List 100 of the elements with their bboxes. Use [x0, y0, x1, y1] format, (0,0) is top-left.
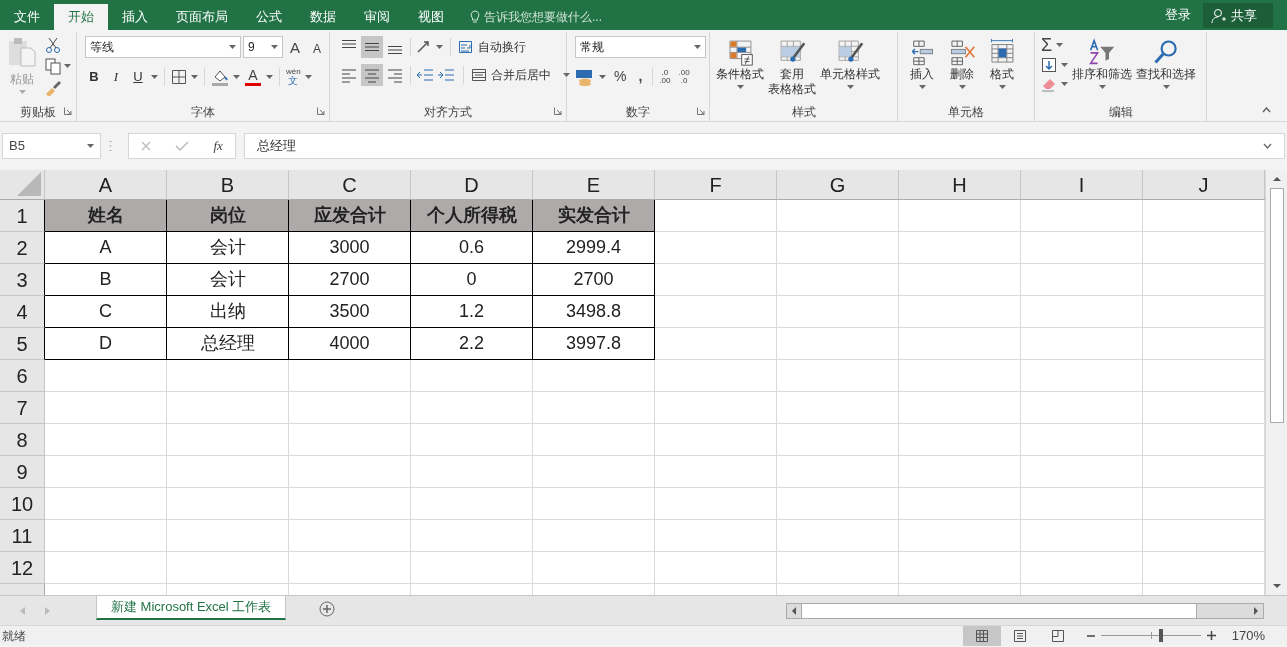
column-header[interactable]: H	[899, 170, 1021, 199]
bold-button[interactable]: B	[85, 67, 103, 87]
ribbon-tab[interactable]: 公式	[242, 4, 296, 30]
empty-cell[interactable]	[533, 552, 655, 584]
empty-cell[interactable]	[777, 552, 899, 584]
autosum-button[interactable]: Σ	[1041, 36, 1053, 54]
empty-cell[interactable]	[655, 456, 777, 488]
empty-cell[interactable]	[1021, 360, 1143, 392]
sign-in-link[interactable]: 登录	[1153, 0, 1203, 30]
column-header[interactable]: D	[411, 170, 533, 199]
zoom-slider-track[interactable]	[1100, 629, 1201, 642]
empty-cell[interactable]	[411, 552, 533, 584]
zoom-in-icon[interactable]	[1206, 631, 1216, 640]
empty-cell[interactable]	[655, 488, 777, 520]
empty-cell[interactable]	[655, 552, 777, 584]
decrease-decimal-button[interactable]: .00 .0	[678, 68, 690, 85]
zoom-level[interactable]: 170%	[1231, 625, 1265, 646]
underline-button[interactable]: U	[129, 67, 147, 87]
empty-cell[interactable]	[289, 424, 411, 456]
empty-cell[interactable]	[899, 456, 1021, 488]
empty-cell[interactable]	[777, 520, 899, 552]
ribbon-button[interactable]: 排序和筛选	[1070, 36, 1134, 103]
empty-cell[interactable]	[533, 520, 655, 552]
empty-cell[interactable]	[411, 360, 533, 392]
row-header[interactable]: 6	[0, 360, 45, 392]
empty-cell[interactable]	[777, 488, 899, 520]
row-header[interactable]: 5	[0, 328, 45, 360]
empty-cell[interactable]	[1021, 232, 1143, 264]
vertical-align-button[interactable]	[361, 36, 383, 58]
scissors-icon[interactable]	[44, 36, 62, 54]
ribbon-button[interactable]: 插入	[906, 36, 938, 89]
ribbon-tab[interactable]: 审阅	[350, 4, 404, 30]
column-header[interactable]: C	[289, 170, 411, 199]
empty-cell[interactable]	[1021, 200, 1143, 232]
italic-button[interactable]: I	[107, 67, 125, 87]
row-header[interactable]: 1	[0, 200, 45, 232]
ribbon-tab[interactable]: 视图	[404, 4, 458, 30]
empty-cell[interactable]	[655, 520, 777, 552]
empty-cell[interactable]	[899, 360, 1021, 392]
sheet-tab[interactable]: 新建 Microsoft Excel 工作表	[96, 596, 287, 620]
empty-cell[interactable]	[533, 424, 655, 456]
ribbon-tab[interactable]: 插入	[108, 4, 162, 30]
row-header[interactable]: 3	[0, 264, 45, 296]
empty-cell[interactable]	[167, 392, 289, 424]
merge-center-button[interactable]: 合并后居中	[471, 66, 570, 84]
column-header[interactable]: B	[167, 170, 289, 199]
empty-cell[interactable]	[1021, 456, 1143, 488]
checkmark-icon[interactable]	[175, 141, 190, 151]
ribbon-button[interactable]: 套用 表格格式	[766, 36, 818, 103]
empty-cell[interactable]	[777, 328, 899, 360]
empty-cell[interactable]	[777, 264, 899, 296]
empty-cell[interactable]	[899, 264, 1021, 296]
shrink-font-button[interactable]: A	[307, 39, 327, 55]
empty-cell[interactable]	[777, 232, 899, 264]
empty-cell[interactable]	[167, 456, 289, 488]
phonetic-button[interactable]: wén 文	[286, 67, 301, 86]
empty-cell[interactable]	[289, 360, 411, 392]
row-header[interactable]: 12	[0, 552, 45, 584]
row-header[interactable]	[0, 584, 45, 595]
horizontal-align-button[interactable]	[361, 64, 383, 86]
share-button[interactable]: 共享	[1203, 3, 1273, 28]
ribbon-button[interactable]: 删除	[946, 36, 978, 89]
empty-cell[interactable]	[899, 424, 1021, 456]
previous-sheet-icon[interactable]	[20, 606, 25, 615]
add-sheet-icon[interactable]	[319, 601, 336, 617]
empty-cell[interactable]	[289, 392, 411, 424]
row-header[interactable]: 11	[0, 520, 45, 552]
empty-cell[interactable]	[655, 360, 777, 392]
ribbon-button[interactable]: 查找和选择	[1134, 36, 1198, 103]
row-header[interactable]: 2	[0, 232, 45, 264]
borders-icon[interactable]	[171, 68, 187, 85]
dialog-launcher-icon[interactable]	[64, 107, 72, 115]
empty-cell[interactable]	[899, 520, 1021, 552]
empty-cell[interactable]	[289, 488, 411, 520]
empty-cell[interactable]	[289, 520, 411, 552]
collapse-ribbon-icon[interactable]	[1262, 107, 1271, 113]
fill-down-icon[interactable]	[1041, 57, 1057, 73]
cancel-icon[interactable]	[141, 141, 152, 151]
empty-cell[interactable]	[1021, 392, 1143, 424]
scroll-thumb[interactable]	[801, 604, 1197, 618]
next-sheet-icon[interactable]	[45, 606, 50, 615]
empty-cell[interactable]	[167, 552, 289, 584]
empty-cell[interactable]	[167, 360, 289, 392]
number-format-dropdown[interactable]: 常规	[575, 36, 706, 58]
ribbon-tab[interactable]: 数据	[296, 4, 350, 30]
decrease-indent-icon[interactable]	[415, 66, 435, 84]
column-header[interactable]: G	[777, 170, 899, 199]
row-header[interactable]: 9	[0, 456, 45, 488]
empty-cell[interactable]	[289, 456, 411, 488]
empty-cell[interactable]	[167, 488, 289, 520]
ribbon-button[interactable]: 单元格样式	[818, 36, 882, 103]
empty-cell[interactable]	[1021, 328, 1143, 360]
empty-cell[interactable]	[1021, 488, 1143, 520]
empty-cell[interactable]	[1021, 552, 1143, 584]
empty-cell[interactable]	[777, 424, 899, 456]
copy-icon[interactable]	[44, 57, 62, 75]
row-header[interactable]: 4	[0, 296, 45, 328]
increase-decimal-button[interactable]: .0 .00	[659, 68, 671, 85]
empty-cell[interactable]	[899, 488, 1021, 520]
comma-button[interactable]: ,	[634, 66, 647, 87]
